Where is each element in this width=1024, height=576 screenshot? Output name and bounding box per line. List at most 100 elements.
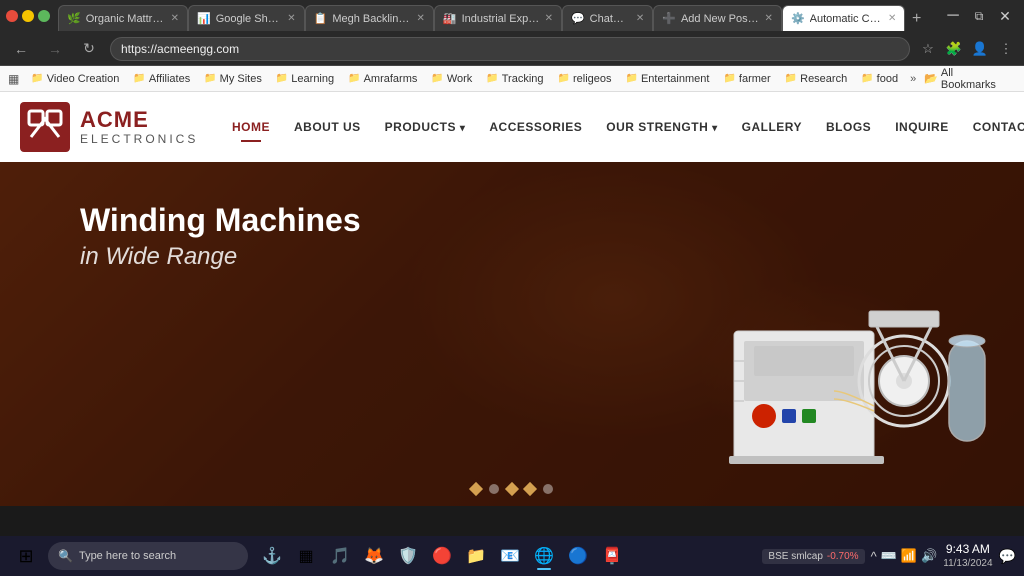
taskbar-outlook-icon[interactable]: 📮 [596, 540, 628, 572]
close-button[interactable] [6, 10, 18, 22]
stock-name: BSE smlcap [768, 551, 822, 562]
bookmark-affiliates[interactable]: 📁 Affiliates [127, 71, 196, 87]
taskbar-files-icon[interactable]: 📁 [460, 540, 492, 572]
bookmark-tracking[interactable]: 📁 Tracking [480, 71, 549, 87]
bookmark-food[interactable]: 📁 food [855, 71, 904, 87]
taskbar-ship-icon[interactable]: ⚓ [256, 540, 288, 572]
nav-gallery[interactable]: GALLERY [730, 112, 814, 142]
nav-contact[interactable]: CONTACT US [961, 112, 1024, 142]
bookmark-learning[interactable]: 📁 Learning [270, 71, 340, 87]
bookmark-entertainment[interactable]: 📁 Entertainment [620, 71, 716, 87]
address-input[interactable] [110, 37, 910, 61]
tab-close-icon[interactable]: ✕ [636, 13, 644, 24]
bookmarks-more-icon[interactable]: » [910, 73, 916, 85]
back-button[interactable]: ← [8, 36, 34, 62]
tab-close-icon[interactable]: ✕ [416, 13, 424, 24]
bookmark-label: Work [447, 73, 472, 85]
bookmark-amrafarms[interactable]: 📁 Amrafarms [342, 71, 423, 87]
tab-industrial[interactable]: 🏭 Industrial Exper... ✕ [434, 5, 562, 31]
stock-ticker: BSE smlcap -0.70% [762, 549, 864, 564]
taskbar-edge-icon[interactable]: 🌐 [528, 540, 560, 572]
folder-icon: 📁 [785, 73, 797, 84]
bookmark-work[interactable]: 📁 Work [425, 71, 478, 87]
taskbar-opera-icon[interactable]: 🔴 [426, 540, 458, 572]
tab-acme[interactable]: ⚙️ Automatic Coil... ✕ [782, 5, 906, 31]
extensions-icon[interactable]: 🧩 [944, 39, 964, 59]
tab-favicon: ➕ [662, 12, 676, 25]
taskbar-grid-icon[interactable]: ▦ [290, 540, 322, 572]
nav-blogs[interactable]: BLOGS [814, 112, 883, 142]
folder-icon: 📁 [558, 73, 570, 84]
folder-icon: 📁 [276, 73, 288, 84]
speaker-icon[interactable]: 🔊 [921, 548, 937, 564]
tab-sheets[interactable]: 📊 Google Sheets ✕ [188, 5, 305, 31]
chevron-up-icon[interactable]: ^ [871, 549, 877, 564]
profile-icon[interactable]: 👤 [970, 39, 990, 59]
network-icon[interactable]: 📶 [901, 548, 917, 564]
win-restore-button[interactable]: ⧉ [966, 3, 992, 29]
carousel-dot-3[interactable] [505, 482, 519, 496]
carousel-dot-1[interactable] [469, 482, 483, 496]
all-bookmarks-button[interactable]: 📂 All Bookmarks [918, 65, 1016, 93]
tab-backlinks[interactable]: 📋 Megh Backlinks... ✕ [305, 5, 434, 31]
win-minimize-button[interactable]: ─ [940, 3, 966, 29]
bookmark-label: Entertainment [641, 73, 709, 85]
taskbar-spotify-icon[interactable]: 🎵 [324, 540, 356, 572]
taskbar-brave-icon[interactable]: 🛡️ [392, 540, 424, 572]
time-display[interactable]: 9:43 AM 11/13/2024 [943, 542, 992, 571]
tab-close-icon[interactable]: ✕ [545, 13, 553, 24]
taskbar-firefox-icon[interactable]: 🦊 [358, 540, 390, 572]
bookmark-religeos[interactable]: 📁 religeos [552, 71, 618, 87]
nav-about[interactable]: ABOUT US [282, 112, 373, 142]
nav-home[interactable]: HOME [220, 112, 282, 142]
menu-icon[interactable]: ⋮ [996, 39, 1016, 59]
bookmark-farmer[interactable]: 📁 farmer [717, 71, 776, 87]
win-close-button[interactable]: ✕ [992, 3, 1018, 29]
bookmark-icon[interactable]: ☆ [918, 39, 938, 59]
hero-title: Winding Machines [80, 202, 1024, 239]
folder-icon: 📁 [626, 73, 638, 84]
carousel-dot-2[interactable] [489, 484, 499, 494]
tab-close-icon[interactable]: ✕ [888, 13, 896, 24]
nav-inquire[interactable]: INQUIRE [883, 112, 961, 142]
tab-chatgpt[interactable]: 💬 ChatGPT ✕ [562, 5, 653, 31]
machine-svg [674, 251, 994, 491]
bookmark-label: Video Creation [47, 73, 120, 85]
taskbar-mail-icon[interactable]: 📧 [494, 540, 526, 572]
maximize-button[interactable] [38, 10, 50, 22]
site-navigation: HOME ABOUT US PRODUCTS ▾ ACCESSORIES OUR… [220, 112, 1024, 142]
tab-close-icon[interactable]: ✕ [287, 13, 295, 24]
tab-favicon: 📊 [197, 12, 211, 25]
minimize-button[interactable] [22, 10, 34, 22]
bookmark-video-creation[interactable]: 📁 Video Creation [25, 71, 125, 87]
nav-accessories[interactable]: ACCESSORIES [477, 112, 594, 142]
carousel-dot-4[interactable] [523, 482, 537, 496]
tab-close-icon[interactable]: ✕ [765, 13, 773, 24]
folder-icon: 📁 [861, 73, 873, 84]
tab-label: ChatGPT [590, 13, 631, 25]
tab-organic[interactable]: 🌿 Organic Mattres... ✕ [58, 5, 188, 31]
hero-section: Winding Machines in Wide Range [0, 162, 1024, 506]
bookmark-my-sites[interactable]: 📁 My Sites [198, 71, 268, 87]
bookmark-label: food [877, 73, 898, 85]
tab-favicon: 🌿 [67, 12, 81, 25]
notification-icon[interactable]: 💬 [999, 548, 1016, 565]
nav-products[interactable]: PRODUCTS ▾ [373, 112, 478, 142]
forward-button[interactable]: → [42, 36, 68, 62]
nav-strength[interactable]: OUR STRENGTH ▾ [594, 112, 729, 142]
taskbar-right: BSE smlcap -0.70% ^ ⌨️ 📶 🔊 9:43 AM 11/13… [762, 542, 1016, 571]
logo-area: ACME ELECTRONICS [20, 102, 220, 152]
reload-button[interactable]: ↻ [76, 36, 102, 62]
new-tab-button[interactable]: + [905, 7, 928, 31]
taskbar-search[interactable]: 🔍 Type here to search [48, 542, 248, 570]
logo-svg [27, 109, 63, 145]
bookmark-research[interactable]: 📁 Research [779, 71, 854, 87]
system-icons: ^ ⌨️ 📶 🔊 [871, 548, 938, 564]
tab-close-icon[interactable]: ✕ [171, 13, 179, 24]
tab-addpost[interactable]: ➕ Add New Post -... ✕ [653, 5, 782, 31]
carousel-dot-5[interactable] [543, 484, 553, 494]
taskbar-chrome-icon[interactable]: 🔵 [562, 540, 594, 572]
start-button[interactable]: ⊞ [8, 540, 44, 572]
keyboard-icon[interactable]: ⌨️ [881, 548, 897, 564]
search-icon: 🔍 [58, 549, 73, 563]
